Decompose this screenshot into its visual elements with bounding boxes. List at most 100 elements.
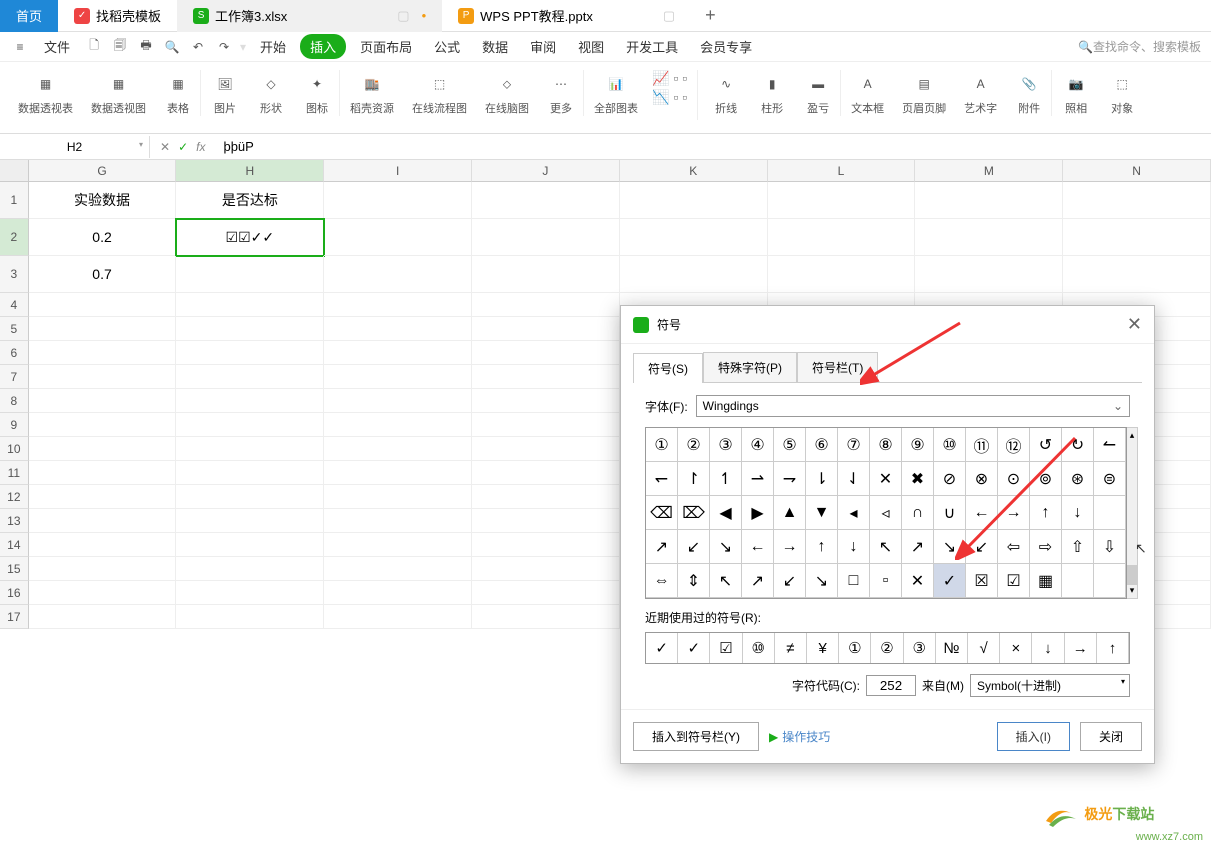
symbol-cell[interactable]: ▲ bbox=[774, 496, 806, 530]
cell[interactable]: 是否达标 bbox=[176, 182, 324, 219]
cell[interactable] bbox=[324, 293, 472, 317]
cell[interactable] bbox=[1063, 182, 1211, 219]
symbol-cell[interactable]: ⇁ bbox=[774, 462, 806, 496]
redo-icon[interactable]: ↷ bbox=[214, 37, 234, 57]
cell[interactable] bbox=[472, 341, 620, 365]
symbol-cell[interactable]: ⇀ bbox=[742, 462, 774, 496]
cell[interactable] bbox=[768, 182, 916, 219]
symbol-cell[interactable]: ↼ bbox=[1094, 428, 1126, 462]
cell[interactable] bbox=[472, 219, 620, 256]
symbol-cell[interactable]: ↾ bbox=[678, 462, 710, 496]
col-M[interactable]: M bbox=[915, 160, 1063, 182]
symbol-cell[interactable]: ⇩ bbox=[1094, 530, 1126, 564]
cell[interactable] bbox=[29, 605, 177, 629]
rb-winloss[interactable]: ▬盈亏 bbox=[796, 70, 841, 116]
symbol-cell[interactable]: ↖ bbox=[870, 530, 902, 564]
symbol-cell[interactable]: ⊚ bbox=[1030, 462, 1062, 496]
symbol-cell[interactable]: ⑥ bbox=[806, 428, 838, 462]
rb-camera[interactable]: 📷照相 bbox=[1054, 70, 1098, 116]
symbol-cell[interactable]: → bbox=[998, 496, 1030, 530]
col-K[interactable]: K bbox=[620, 160, 768, 182]
cell[interactable] bbox=[324, 182, 472, 219]
cell[interactable] bbox=[176, 256, 324, 293]
select-all-corner[interactable] bbox=[0, 160, 29, 182]
cancel-icon[interactable]: ✕ bbox=[160, 140, 170, 154]
tab-home[interactable]: 首页 bbox=[0, 0, 58, 32]
cell[interactable] bbox=[472, 413, 620, 437]
col-G[interactable]: G bbox=[29, 160, 177, 182]
cell[interactable] bbox=[176, 557, 324, 581]
recent-symbol[interactable]: ✓ bbox=[678, 633, 710, 663]
symbol-cell[interactable] bbox=[1062, 564, 1094, 598]
symbol-cell[interactable] bbox=[1094, 496, 1126, 530]
symbol-cell[interactable]: ◀ bbox=[710, 496, 742, 530]
recent-symbol[interactable]: ① bbox=[839, 633, 871, 663]
menu-formula[interactable]: 公式 bbox=[426, 33, 468, 60]
cell[interactable] bbox=[29, 437, 177, 461]
cell[interactable] bbox=[768, 256, 916, 293]
saveas-icon[interactable]: 🗐 bbox=[110, 37, 130, 57]
tab-file1[interactable]: S 工作簿3.xlsx ▢ • bbox=[177, 0, 442, 32]
symbol-cell[interactable]: ⊙ bbox=[998, 462, 1030, 496]
symbol-cell[interactable]: ↘ bbox=[934, 530, 966, 564]
rb-pivot-chart[interactable]: ▦数据透视图 bbox=[83, 70, 154, 116]
cell-reference[interactable]: H2 bbox=[0, 136, 150, 158]
recent-symbol[interactable]: ⑩ bbox=[743, 633, 775, 663]
cell[interactable] bbox=[472, 485, 620, 509]
cell[interactable] bbox=[29, 389, 177, 413]
cell[interactable] bbox=[176, 341, 324, 365]
from-select[interactable]: Symbol(十进制) bbox=[970, 674, 1130, 697]
symbol-cell[interactable]: ⑤ bbox=[774, 428, 806, 462]
cell[interactable] bbox=[915, 182, 1063, 219]
row-header-15[interactable]: 15 bbox=[0, 557, 29, 581]
menu-view[interactable]: 视图 bbox=[570, 33, 612, 60]
symbol-cell[interactable]: ↑ bbox=[1030, 496, 1062, 530]
cell[interactable] bbox=[29, 365, 177, 389]
code-input[interactable] bbox=[866, 675, 916, 696]
cell[interactable] bbox=[324, 485, 472, 509]
scroll-up-icon[interactable]: ▴ bbox=[1130, 430, 1135, 441]
col-I[interactable]: I bbox=[324, 160, 472, 182]
cell[interactable] bbox=[1063, 219, 1211, 256]
rb-pivot-table[interactable]: ▦数据透视表 bbox=[10, 70, 81, 116]
cell[interactable] bbox=[176, 317, 324, 341]
symbol-cell[interactable]: ⑫ bbox=[998, 428, 1030, 462]
symbol-cell[interactable]: ✓ bbox=[934, 564, 966, 598]
symbol-cell[interactable]: ↑ bbox=[806, 530, 838, 564]
symbol-cell[interactable]: ⌫ bbox=[646, 496, 678, 530]
symbol-cell[interactable] bbox=[1094, 564, 1126, 598]
symbol-cell[interactable]: ↖ bbox=[710, 564, 742, 598]
cell[interactable] bbox=[472, 256, 620, 293]
cell[interactable] bbox=[29, 461, 177, 485]
cell[interactable] bbox=[472, 182, 620, 219]
minimize-icon[interactable]: ▢ bbox=[397, 8, 409, 24]
row-header-13[interactable]: 13 bbox=[0, 509, 29, 533]
row-header-5[interactable]: 5 bbox=[0, 317, 29, 341]
symbol-cell[interactable]: ☒ bbox=[966, 564, 998, 598]
tips-link[interactable]: ▶ 操作技巧 bbox=[769, 728, 830, 745]
rb-mindmap[interactable]: ⬦在线脑图 bbox=[477, 70, 537, 116]
row-header-11[interactable]: 11 bbox=[0, 461, 29, 485]
symbol-cell[interactable]: ⑪ bbox=[966, 428, 998, 462]
symbol-cell[interactable]: ④ bbox=[742, 428, 774, 462]
rb-mini2[interactable]: 📉 ▫ ▫ bbox=[652, 89, 687, 106]
cell[interactable] bbox=[324, 557, 472, 581]
recent-symbol[interactable]: ✓ bbox=[646, 633, 678, 663]
row-header-12[interactable]: 12 bbox=[0, 485, 29, 509]
cell[interactable] bbox=[176, 605, 324, 629]
symbol-cell[interactable]: ✕ bbox=[870, 462, 902, 496]
cell[interactable] bbox=[620, 256, 768, 293]
menu-layout[interactable]: 页面布局 bbox=[352, 33, 420, 60]
symbol-cell[interactable]: ⑧ bbox=[870, 428, 902, 462]
col-N[interactable]: N bbox=[1063, 160, 1211, 182]
row-header-2[interactable]: 2 bbox=[0, 219, 29, 256]
dlg-tab-symbols[interactable]: 符号(S) bbox=[633, 353, 703, 383]
symbol-cell[interactable]: ✖ bbox=[902, 462, 934, 496]
cell[interactable] bbox=[472, 581, 620, 605]
tab-file2[interactable]: P WPS PPT教程.pptx ▢ bbox=[442, 0, 691, 32]
symbol-cell[interactable]: ↙ bbox=[774, 564, 806, 598]
hamburger-icon[interactable]: ≡ bbox=[10, 37, 30, 57]
recent-symbol[interactable]: × bbox=[1000, 633, 1032, 663]
recent-symbol[interactable]: ③ bbox=[904, 633, 936, 663]
cell[interactable] bbox=[176, 437, 324, 461]
